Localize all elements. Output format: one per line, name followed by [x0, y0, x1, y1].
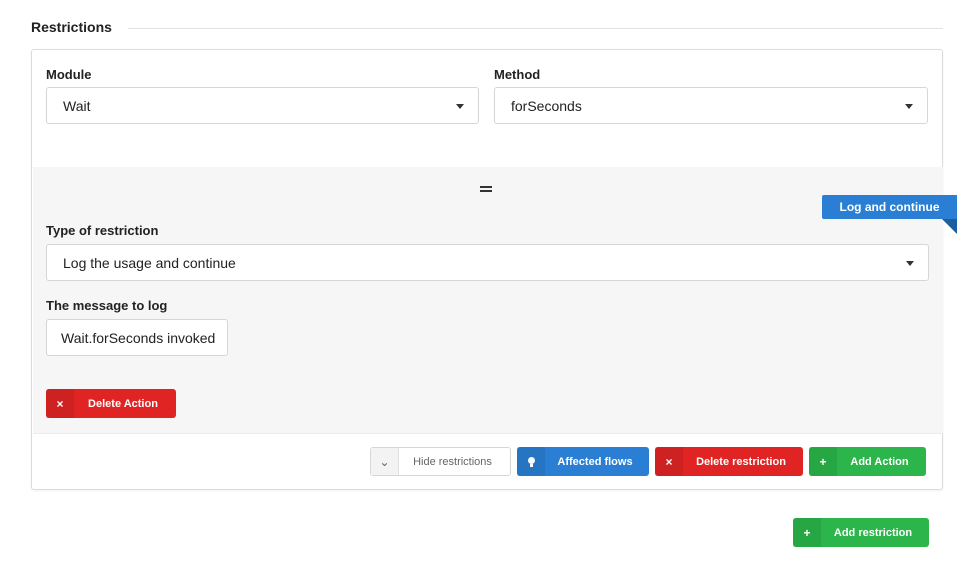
action-type-ribbon: Log and continue: [822, 195, 957, 219]
plus-icon: +: [809, 447, 837, 476]
drag-handle-icon[interactable]: [480, 186, 492, 192]
caret-down-icon: [906, 261, 914, 266]
restriction-type-label: Type of restriction: [46, 223, 159, 238]
close-icon: ×: [46, 389, 74, 418]
message-input[interactable]: Wait.forSeconds invoked: [46, 319, 228, 356]
chevron-down-icon: ⌄: [371, 448, 399, 475]
add-action-label: Add Action: [850, 455, 909, 468]
caret-down-icon: [456, 104, 464, 109]
footer-divider: [33, 433, 943, 434]
caret-down-icon: [905, 104, 913, 109]
restriction-panel: Module Wait Method forSeconds Type of re…: [31, 49, 943, 490]
message-input-value: Wait.forSeconds invoked: [61, 329, 216, 346]
method-select-value: forSeconds: [511, 97, 582, 114]
section-title: Restrictions: [31, 19, 112, 35]
method-select[interactable]: forSeconds: [494, 87, 928, 124]
delete-action-label: Delete Action: [88, 397, 158, 410]
affected-flows-label: Affected flows: [557, 455, 633, 468]
action-card: Type of restriction Log the usage and co…: [33, 167, 943, 433]
method-label: Method: [494, 67, 541, 82]
add-restriction-label: Add restriction: [833, 526, 913, 539]
module-select-value: Wait: [63, 97, 91, 114]
delete-action-button[interactable]: × Delete Action: [46, 389, 176, 418]
message-label: The message to log: [46, 298, 168, 313]
module-label: Module: [46, 67, 92, 82]
restriction-type-select[interactable]: Log the usage and continue: [46, 244, 929, 281]
bulb-icon: [517, 447, 545, 476]
restriction-type-value: Log the usage and continue: [63, 254, 236, 271]
ribbon-fold: [942, 219, 957, 234]
delete-restriction-label: Delete restriction: [696, 455, 786, 468]
add-action-button[interactable]: + Add Action: [809, 447, 926, 476]
add-restriction-button[interactable]: + Add restriction: [793, 518, 929, 547]
module-select[interactable]: Wait: [46, 87, 479, 124]
close-icon: ×: [655, 447, 683, 476]
hide-restrictions-button[interactable]: ⌄ Hide restrictions: [370, 447, 511, 476]
plus-icon: +: [793, 518, 821, 547]
affected-flows-button[interactable]: Affected flows: [517, 447, 649, 476]
delete-restriction-button[interactable]: × Delete restriction: [655, 447, 803, 476]
section-divider: [128, 28, 943, 29]
hide-restrictions-label: Hide restrictions: [413, 455, 492, 468]
